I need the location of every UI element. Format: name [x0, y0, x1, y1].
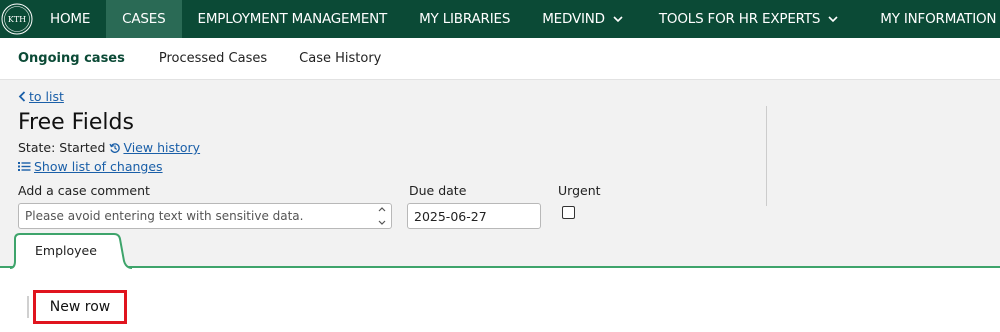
case-state: State: Started View history — [18, 140, 200, 155]
urgent-checkbox[interactable] — [562, 206, 575, 219]
back-to-list-link[interactable]: to list — [18, 89, 64, 104]
nav-cases-label: CASES — [122, 11, 166, 27]
nav-tools-label: TOOLS FOR HR EXPERTS — [658, 11, 821, 27]
spinner-down-icon — [378, 220, 386, 225]
top-navigation: KTH HOME CASES EMPLOYMENT MANAGEMENT MY … — [0, 0, 1000, 38]
nav-employment-management[interactable]: EMPLOYMENT MANAGEMENT — [182, 0, 404, 38]
chevron-down-icon — [828, 15, 838, 23]
comment-label: Add a case comment — [18, 183, 150, 198]
nav-medvind-label: MEDVIND — [542, 11, 605, 27]
page-title: Free Fields — [18, 110, 134, 135]
show-changes-label: Show list of changes — [34, 159, 163, 174]
back-link-label: to list — [29, 89, 64, 104]
nav-my-information-label: MY INFORMATION — [880, 11, 997, 27]
show-list-of-changes-link[interactable]: Show list of changes — [18, 159, 163, 174]
nav-home[interactable]: HOME — [34, 0, 106, 38]
spinner-up-icon — [378, 207, 386, 212]
state-label: State: Started — [18, 140, 106, 155]
nav-my-libraries[interactable]: MY LIBRARIES — [403, 0, 526, 38]
nav-my-libraries-label: MY LIBRARIES — [419, 11, 511, 27]
svg-text:KTH: KTH — [8, 15, 26, 24]
case-comment-input[interactable] — [18, 203, 392, 229]
nav-employment-management-label: EMPLOYMENT MANAGEMENT — [197, 11, 388, 27]
chevron-down-icon — [613, 15, 623, 23]
nav-my-information[interactable]: MY INFORMATION — [854, 0, 1000, 38]
history-icon — [109, 142, 121, 154]
kth-logo[interactable]: KTH — [0, 0, 34, 38]
vertical-divider — [766, 106, 767, 206]
view-history-link[interactable]: View history — [109, 140, 200, 155]
nav-home-label: HOME — [50, 11, 91, 27]
subtab-case-history[interactable]: Case History — [283, 51, 397, 66]
new-row-button[interactable]: New row — [33, 290, 127, 324]
nav-tools-for-hr-experts[interactable]: TOOLS FOR HR EXPERTS — [639, 0, 854, 38]
due-date-input[interactable] — [407, 203, 541, 229]
list-icon — [18, 161, 31, 172]
comment-resize-spinner[interactable] — [377, 207, 387, 225]
tab-underline — [0, 266, 1000, 268]
urgent-label: Urgent — [558, 183, 601, 198]
due-date-label: Due date — [409, 183, 467, 198]
divider — [27, 296, 29, 318]
subtab-ongoing-cases[interactable]: Ongoing cases — [0, 51, 141, 66]
nav-medvind[interactable]: MEDVIND — [526, 0, 639, 38]
subtab-processed-cases[interactable]: Processed Cases — [141, 51, 283, 66]
tab-employee-label: Employee — [35, 243, 97, 258]
tab-employee[interactable]: Employee — [10, 233, 132, 269]
view-history-label: View history — [123, 140, 201, 155]
sub-navigation: Ongoing cases Processed Cases Case Histo… — [0, 38, 1000, 80]
nav-cases[interactable]: CASES — [106, 0, 182, 38]
case-header-panel: to list Free Fields State: Started View … — [0, 80, 1000, 268]
chevron-left-icon — [18, 91, 26, 102]
